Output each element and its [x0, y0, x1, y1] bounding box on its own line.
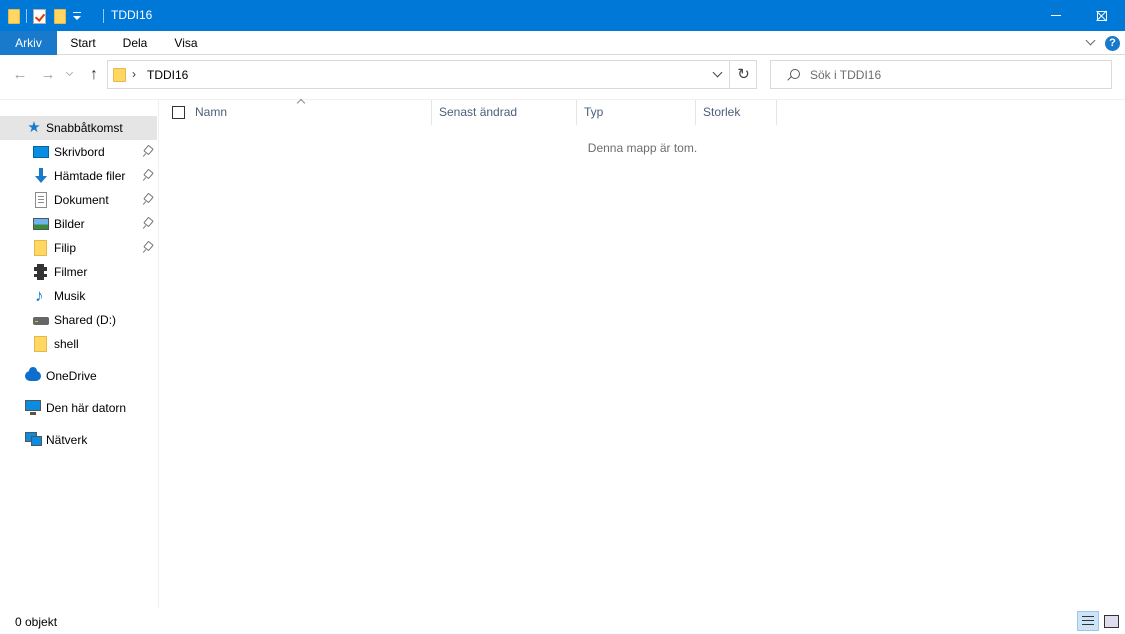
sidebar-item-label: Nätverk: [46, 433, 88, 447]
star-icon: ★: [27, 119, 41, 136]
sidebar-item-label: Shared (D:): [54, 313, 117, 327]
toolbar-separator: [26, 9, 27, 23]
breadcrumb-current[interactable]: TDDI16: [147, 68, 188, 82]
close-icon: [1096, 10, 1108, 22]
column-headers: Namn Senast ändrad Typ Storlek: [160, 100, 780, 125]
sidebar-item-musik[interactable]: ♪ Musik: [0, 284, 157, 308]
pin-icon[interactable]: [143, 194, 153, 206]
sidebar-item-bilder[interactable]: Bilder: [0, 212, 157, 236]
pictures-icon: [33, 218, 49, 230]
close-button[interactable]: [1079, 0, 1125, 31]
forward-button[interactable]: →: [38, 64, 58, 86]
window-title: TDDI16: [111, 8, 153, 22]
sidebar-item-label: Musik: [54, 289, 86, 303]
column-header-type[interactable]: Typ: [578, 100, 696, 125]
minimize-icon: [1051, 15, 1061, 16]
navigation-pane: ★ Snabbåtkomst Skrivbord Hämtade filer D…: [0, 100, 159, 608]
onedrive-icon: [25, 367, 41, 381]
music-icon: ♪: [35, 286, 44, 305]
tab-start[interactable]: Start: [57, 31, 109, 55]
tab-visa[interactable]: Visa: [161, 31, 211, 55]
address-bar[interactable]: › TDDI16 ↻: [107, 60, 757, 89]
minimize-button[interactable]: [1033, 0, 1079, 31]
document-icon: [35, 192, 47, 208]
properties-icon[interactable]: [33, 8, 46, 24]
pin-icon[interactable]: [143, 146, 153, 158]
up-button[interactable]: ↑: [84, 64, 104, 86]
sidebar-item-filmer[interactable]: Filmer: [0, 260, 157, 284]
new-folder-icon[interactable]: [54, 8, 66, 24]
column-header-name[interactable]: Namn: [189, 100, 432, 125]
desktop-icon: [33, 146, 49, 158]
download-icon: [33, 168, 49, 184]
tab-dela[interactable]: Dela: [109, 31, 161, 55]
back-button[interactable]: ←: [10, 64, 30, 86]
title-bar: TDDI16: [0, 0, 1125, 31]
refresh-button[interactable]: ↻: [729, 61, 757, 88]
sidebar-item-network[interactable]: Nätverk: [0, 428, 157, 452]
help-icon[interactable]: ?: [1105, 36, 1120, 51]
sidebar-item-shell[interactable]: shell: [0, 332, 157, 356]
column-header-size[interactable]: Storlek: [697, 100, 777, 125]
details-view-button[interactable]: [1077, 611, 1099, 631]
sidebar-item-label: OneDrive: [46, 369, 97, 383]
sidebar-item-shared-d[interactable]: Shared (D:): [0, 308, 157, 332]
search-box[interactable]: [770, 60, 1112, 89]
computer-icon: [25, 400, 41, 415]
sidebar-item-label: Hämtade filer: [54, 169, 126, 183]
customize-toolbar-icon[interactable]: [70, 8, 84, 24]
folder-icon: [113, 68, 126, 82]
pin-icon[interactable]: [143, 242, 153, 254]
sidebar-item-hamtade-filer[interactable]: Hämtade filer: [0, 164, 157, 188]
folder-icon: [8, 8, 20, 24]
search-input[interactable]: [810, 67, 1100, 83]
sidebar-item-label: Den här datorn: [46, 401, 127, 415]
column-header-modified[interactable]: Senast ändrad: [433, 100, 577, 125]
sidebar-item-label: Filip: [54, 241, 77, 255]
pin-icon[interactable]: [143, 170, 153, 182]
sidebar-item-label: shell: [54, 337, 79, 351]
video-icon: [34, 264, 47, 280]
sidebar-item-this-pc[interactable]: Den här datorn: [0, 396, 157, 420]
sidebar-item-skrivbord[interactable]: Skrivbord: [0, 140, 157, 164]
sidebar-item-quick-access[interactable]: ★ Snabbåtkomst: [0, 116, 157, 140]
pin-icon[interactable]: [143, 218, 153, 230]
sidebar-item-label: Filmer: [54, 265, 88, 279]
network-icon: [25, 432, 42, 446]
tab-arkiv[interactable]: Arkiv: [0, 31, 57, 55]
status-bar: 0 objekt: [0, 610, 1125, 634]
item-count: 0 objekt: [15, 615, 58, 629]
quick-access-toolbar: [8, 7, 84, 25]
sidebar-item-onedrive[interactable]: OneDrive: [0, 364, 157, 388]
ribbon-tabs: Arkiv Start Dela Visa ?: [0, 31, 1125, 55]
sidebar-item-label: Snabbåtkomst: [46, 121, 123, 135]
folder-icon: [34, 240, 47, 256]
search-icon: [787, 69, 800, 81]
sidebar-item-filip[interactable]: Filip: [0, 236, 157, 260]
large-icons-view-button[interactable]: [1100, 611, 1122, 631]
breadcrumb-separator[interactable]: ›: [132, 67, 136, 81]
sidebar-item-label: Dokument: [54, 193, 109, 207]
empty-folder-message: Denna mapp är tom.: [587, 141, 698, 155]
expand-ribbon-icon[interactable]: [1086, 37, 1096, 47]
sidebar-item-dokument[interactable]: Dokument: [0, 188, 157, 212]
sidebar-item-label: Bilder: [54, 217, 85, 231]
folder-icon: [34, 336, 47, 352]
recent-locations-icon[interactable]: [66, 70, 74, 78]
drive-icon: [33, 317, 49, 325]
sidebar-item-label: Skrivbord: [54, 145, 105, 159]
address-history-dropdown[interactable]: [708, 61, 728, 88]
title-separator: [103, 9, 104, 23]
